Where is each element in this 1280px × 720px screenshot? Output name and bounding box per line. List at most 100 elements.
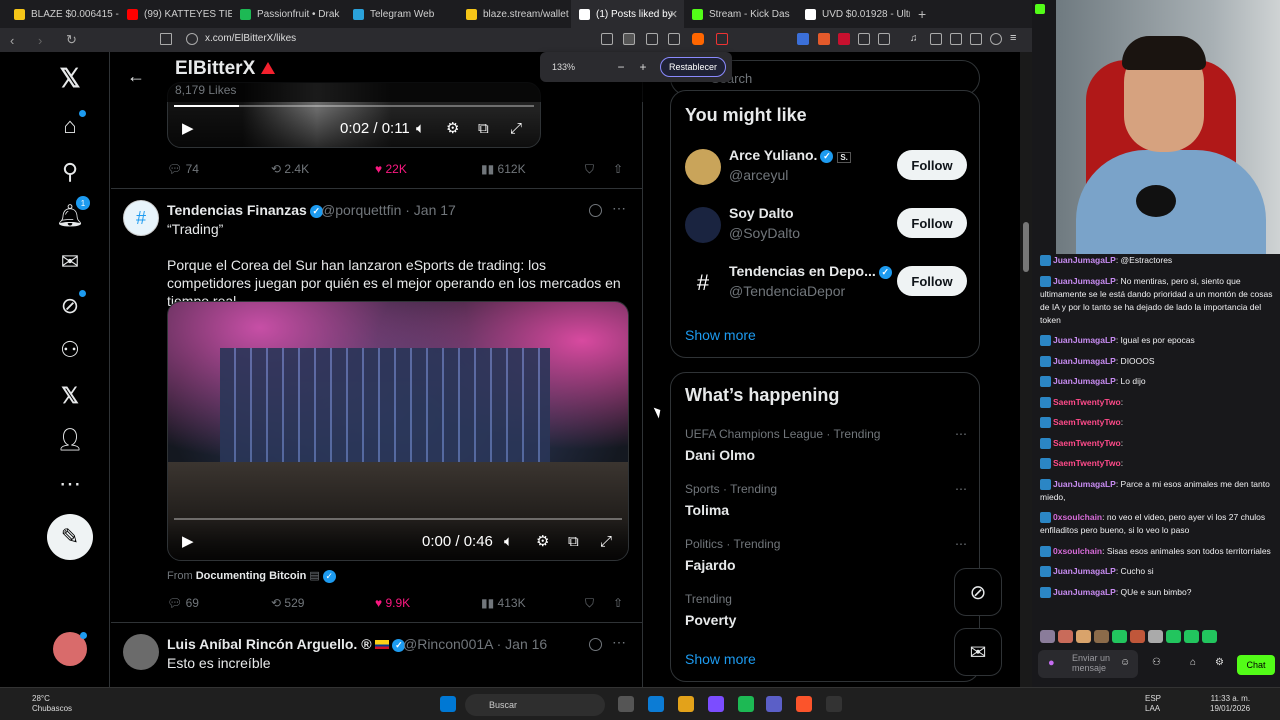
follow-button[interactable]: Follow	[897, 266, 967, 296]
post-button[interactable]: ✎	[47, 514, 93, 560]
sidebar-icon[interactable]	[930, 33, 942, 45]
repost-button[interactable]: ⟲ 2.4K	[271, 162, 309, 176]
emote-icon[interactable]	[1148, 630, 1163, 643]
vpn-icon[interactable]	[990, 33, 1002, 45]
downloads-icon[interactable]	[970, 33, 982, 45]
back-arrow-icon[interactable]: ←	[127, 66, 145, 87]
author-name[interactable]: Tendencias Finanzas ✓	[167, 202, 323, 218]
zoom-reset-button[interactable]: Restablecer	[660, 57, 727, 77]
browser-tab[interactable]: Stream - Kick Das	[684, 0, 797, 28]
more-options-icon[interactable]: ⋯	[612, 634, 626, 651]
chat-username[interactable]: JuanJumagaLP	[1053, 335, 1116, 345]
follow-button[interactable]: Follow	[897, 150, 967, 180]
show-more-link[interactable]: Show more	[685, 327, 756, 343]
grok-icon[interactable]	[589, 204, 602, 217]
more-options-icon[interactable]: ⋯	[955, 482, 967, 496]
extension-icon[interactable]	[878, 33, 890, 45]
reload-icon[interactable]: ↻	[66, 32, 84, 48]
zoom-icon[interactable]	[623, 33, 635, 45]
emote-icon[interactable]	[1130, 630, 1145, 643]
weather-widget[interactable]: 28°C Chubascos	[14, 694, 72, 714]
emote-icon[interactable]	[1184, 630, 1199, 643]
trend-item[interactable]: UEFA Champions League · Trending Dani Ol…	[685, 427, 967, 467]
chat-username[interactable]: JuanJumagaLP	[1053, 479, 1116, 489]
chat-username[interactable]: JuanJumagaLP	[1053, 255, 1116, 265]
emote-icon[interactable]	[1094, 630, 1109, 643]
like-button[interactable]: ♥ 9.9K	[375, 596, 410, 610]
views-button[interactable]: ▮▮ 612K	[481, 162, 526, 176]
media-icon[interactable]: ♫	[910, 33, 922, 45]
chat-username[interactable]: SaemTwentyTwo	[1053, 438, 1121, 448]
source-link[interactable]: Documenting Bitcoin	[196, 570, 307, 582]
more-options-icon[interactable]: ⋯	[612, 200, 626, 217]
emoji-icon[interactable]: ☺	[1120, 657, 1130, 668]
app-icon[interactable]	[766, 696, 782, 712]
trend-item[interactable]: Politics · Trending Fajardo ⋯	[685, 537, 967, 577]
messages-fab-icon[interactable]: ✉	[954, 628, 1002, 676]
start-icon[interactable]	[440, 696, 456, 712]
more-icon[interactable]: ⋯	[56, 470, 84, 498]
grok-icon[interactable]: ⊘	[56, 290, 86, 320]
chat-username[interactable]: SaemTwentyTwo	[1053, 458, 1121, 468]
post-video[interactable]: ▶ 0:00 / 0:46 🔈︎ ⚙ ⧉ ⤢	[167, 301, 629, 561]
author-handle[interactable]: @porquettfin · Jan 17	[321, 202, 456, 218]
browser-tab[interactable]: Telegram Web	[345, 0, 458, 28]
volume-icon[interactable]: 🔈︎	[416, 120, 425, 137]
menu-icon[interactable]: ≡	[1010, 33, 1022, 45]
communities-icon[interactable]: ⚇	[56, 336, 84, 364]
profile-icon[interactable]: 👤︎	[56, 426, 84, 454]
author-name[interactable]: Luis Aníbal Rincón Arguello. ® ✓	[167, 636, 406, 652]
play-icon[interactable]: ▶	[182, 119, 194, 137]
settings-icon[interactable]: ⚙	[1215, 657, 1224, 668]
chat-username[interactable]: JuanJumagaLP	[1053, 376, 1116, 386]
close-tab-icon[interactable]: ✕	[669, 8, 678, 21]
chat-username[interactable]: SaemTwentyTwo	[1053, 397, 1121, 407]
suggestion-item[interactable]: # Tendencias en Depo... ✓ @TendenciaDepor…	[685, 263, 967, 303]
author-avatar[interactable]: #	[123, 200, 159, 236]
notifications-icon[interactable]: 🔔︎ 1	[56, 196, 90, 230]
volume-icon[interactable]: 🔈︎	[504, 533, 513, 550]
emote-icon[interactable]	[1076, 630, 1091, 643]
show-more-link[interactable]: Show more	[685, 651, 756, 667]
trend-item[interactable]: Trending Poverty	[685, 592, 967, 632]
forward-nav-icon[interactable]: ›	[38, 33, 56, 48]
store-icon[interactable]: ⌂	[1190, 657, 1196, 668]
zoom-out-button[interactable]: −	[610, 60, 632, 74]
reply-button[interactable]: 💬︎ 69	[167, 596, 199, 610]
emote-icon[interactable]	[1202, 630, 1217, 643]
trend-item[interactable]: Sports · Trending Tolima ⋯	[685, 482, 967, 522]
edge-icon[interactable]	[648, 696, 664, 712]
share-icon[interactable]: ⇧	[613, 162, 623, 176]
play-icon[interactable]: ▶	[182, 532, 194, 550]
fullscreen-icon[interactable]: ⤢	[600, 533, 612, 550]
grok-fab-icon[interactable]: ⊘	[954, 568, 1002, 616]
fullscreen-icon[interactable]: ⤢	[510, 120, 522, 137]
bookmark-icon[interactable]: ⛉	[585, 596, 594, 611]
task-view-icon[interactable]	[618, 696, 634, 712]
mod-icon[interactable]: ⚇	[1152, 657, 1161, 668]
account-avatar[interactable]	[53, 632, 87, 666]
chat-username[interactable]: SaemTwentyTwo	[1053, 417, 1121, 427]
repost-button[interactable]: ⟲ 529	[271, 596, 304, 610]
share-icon[interactable]	[668, 33, 680, 45]
extension-icon[interactable]	[858, 33, 870, 45]
language-indicator[interactable]: ESP LAA	[1145, 694, 1161, 714]
suggestion-item[interactable]: Soy Dalto @SoyDalto Follow	[685, 205, 967, 245]
chat-username[interactable]: JuanJumagaLP	[1053, 587, 1116, 597]
zoom-in-button[interactable]: +	[632, 60, 654, 74]
share-icon[interactable]: ⇧	[613, 596, 623, 610]
site-info-icon[interactable]	[186, 33, 198, 45]
picture-in-picture-icon[interactable]: ⧉	[568, 533, 579, 550]
cast-icon[interactable]	[646, 33, 658, 45]
new-tab-icon[interactable]: +	[918, 6, 926, 22]
chat-username[interactable]: 0xsoulchain	[1053, 546, 1102, 556]
emote-icon[interactable]	[1112, 630, 1127, 643]
x-premium-icon[interactable]: 𝕏	[56, 382, 84, 410]
picture-in-picture-icon[interactable]: ⧉	[478, 120, 489, 137]
page-scrollbar[interactable]	[1020, 52, 1032, 687]
extension-icon[interactable]	[818, 33, 830, 45]
url-text[interactable]: x.com/ElBitterX/likes	[205, 33, 296, 44]
brave-shield-icon[interactable]	[692, 33, 704, 45]
translate-icon[interactable]	[601, 33, 613, 45]
home-icon[interactable]: ⌂	[56, 110, 86, 140]
